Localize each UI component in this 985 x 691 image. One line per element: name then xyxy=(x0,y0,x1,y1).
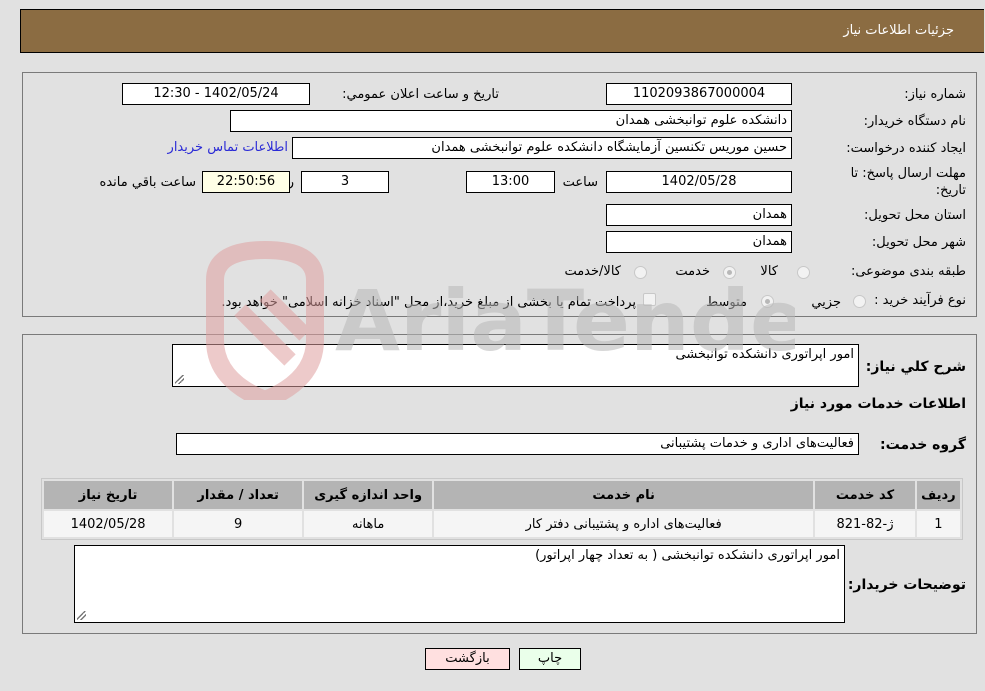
summary-label: شرح کلي نياز: xyxy=(865,359,966,375)
category-label: طبقه بندی موضوعی: xyxy=(850,264,966,279)
days-field: 3 xyxy=(301,171,389,193)
summary-text: امور اپراتوری دانشکده توانبخشی xyxy=(675,347,854,362)
cell-row-number: 1 xyxy=(916,511,960,537)
province-label: استان محل تحویل: xyxy=(864,208,966,223)
buyer-contact-link[interactable]: اطلاعات تماس خریدار xyxy=(168,140,288,155)
table-row: 1 ژ-82-821 فعالیت‌های اداره و پشتیبانی د… xyxy=(44,511,960,537)
deadline-label-line2: تاریخ: xyxy=(935,183,966,198)
cell-service-name: فعالیت‌های اداره و پشتیبانی دفتر کار xyxy=(434,511,814,537)
treasury-note: پرداخت تمام یا بخشی از مبلغ خرید،از محل … xyxy=(221,295,636,310)
need-number-label: شماره نیاز: xyxy=(904,87,966,102)
print-button[interactable]: چاپ xyxy=(519,648,581,670)
category-radio-service[interactable] xyxy=(723,266,736,279)
page-title: جزئیات اطلاعات نیاز xyxy=(843,23,954,38)
col-quantity: تعداد / مقدار xyxy=(174,481,303,509)
announce-label: تاریخ و ساعت اعلان عمومي: xyxy=(342,87,499,102)
process-label: نوع فرآیند خرید : xyxy=(874,293,966,308)
col-row-number: ردیف xyxy=(916,481,960,509)
process-radio-minor[interactable] xyxy=(853,295,866,308)
deadline-date-field: 1402/05/28 xyxy=(606,171,792,193)
col-unit: واحد اندازه گیری xyxy=(304,481,433,509)
page-header: جزئیات اطلاعات نیاز xyxy=(20,9,984,53)
deadline-time-field: 13:00 xyxy=(466,171,555,193)
buyer-notes-textarea[interactable]: امور اپراتوری دانشکده توانبخشی ( به تعدا… xyxy=(74,545,845,623)
remaining-time-field: 22:50:56 xyxy=(202,171,290,193)
services-panel: شرح کلي نياز: امور اپراتوری دانشکده توان… xyxy=(22,334,977,634)
buyer-org-field: دانشکده علوم توانبخشی همدان xyxy=(230,110,792,132)
service-group-field: فعالیت‌های اداری و خدمات پشتیبانی xyxy=(176,433,859,455)
cell-unit: ماهانه xyxy=(304,511,433,537)
services-section-title: اطلاعات خدمات مورد نیاز xyxy=(790,396,966,412)
back-button[interactable]: بازگشت xyxy=(425,648,510,670)
announce-field: 1402/05/24 - 12:30 xyxy=(122,83,310,105)
category-radio-goods-service[interactable] xyxy=(634,266,647,279)
cell-need-date: 1402/05/28 xyxy=(44,511,173,537)
category-option-goods: کالا xyxy=(760,264,778,279)
buyer-notes-text: امور اپراتوری دانشکده توانبخشی ( به تعدا… xyxy=(535,548,840,563)
creator-field: حسین موریس تکنسین آزمایشگاه دانشکده علوم… xyxy=(292,137,792,159)
resize-grip-icon[interactable] xyxy=(175,375,184,384)
need-details-panel: شماره نیاز: 1102093867000004 تاریخ و ساع… xyxy=(22,72,977,317)
need-number-field: 1102093867000004 xyxy=(606,83,792,105)
resize-grip-icon[interactable] xyxy=(77,611,86,620)
province-field: همدان xyxy=(606,204,792,226)
process-radio-medium[interactable] xyxy=(761,295,774,308)
city-field: همدان xyxy=(606,231,792,253)
category-radio-goods[interactable] xyxy=(797,266,810,279)
services-table: ردیف کد خدمت نام خدمت واحد اندازه گیری ت… xyxy=(41,478,963,540)
col-service-name: نام خدمت xyxy=(434,481,814,509)
city-label: شهر محل تحویل: xyxy=(871,235,966,250)
treasury-checkbox[interactable] xyxy=(643,293,656,306)
creator-label: ایجاد کننده درخواست: xyxy=(846,141,966,156)
buyer-notes-label: توضیحات خریدار: xyxy=(847,577,966,593)
service-group-label: گروه خدمت: xyxy=(880,437,966,453)
category-option-goods-service: کالا/خدمت xyxy=(564,264,621,279)
table-header-row: ردیف کد خدمت نام خدمت واحد اندازه گیری ت… xyxy=(44,481,960,509)
col-service-code: کد خدمت xyxy=(815,481,915,509)
buyer-org-label: نام دستگاه خريدار: xyxy=(863,114,966,129)
category-option-service: خدمت xyxy=(675,264,710,279)
deadline-label-line1: مهلت ارسال پاسخ: تا xyxy=(850,166,966,181)
summary-textarea[interactable]: امور اپراتوری دانشکده توانبخشی xyxy=(172,344,859,387)
cell-quantity: 9 xyxy=(174,511,303,537)
col-need-date: تاریخ نیاز xyxy=(44,481,173,509)
process-option-medium: متوسط xyxy=(706,295,747,310)
deadline-label: مهلت ارسال پاسخ: تا تاریخ: xyxy=(851,165,966,199)
cell-service-code: ژ-82-821 xyxy=(815,511,915,537)
remaining-label: ساعت باقي مانده xyxy=(99,175,196,190)
process-option-minor: جزيي xyxy=(811,295,841,310)
deadline-time-label: ساعت xyxy=(562,175,598,190)
